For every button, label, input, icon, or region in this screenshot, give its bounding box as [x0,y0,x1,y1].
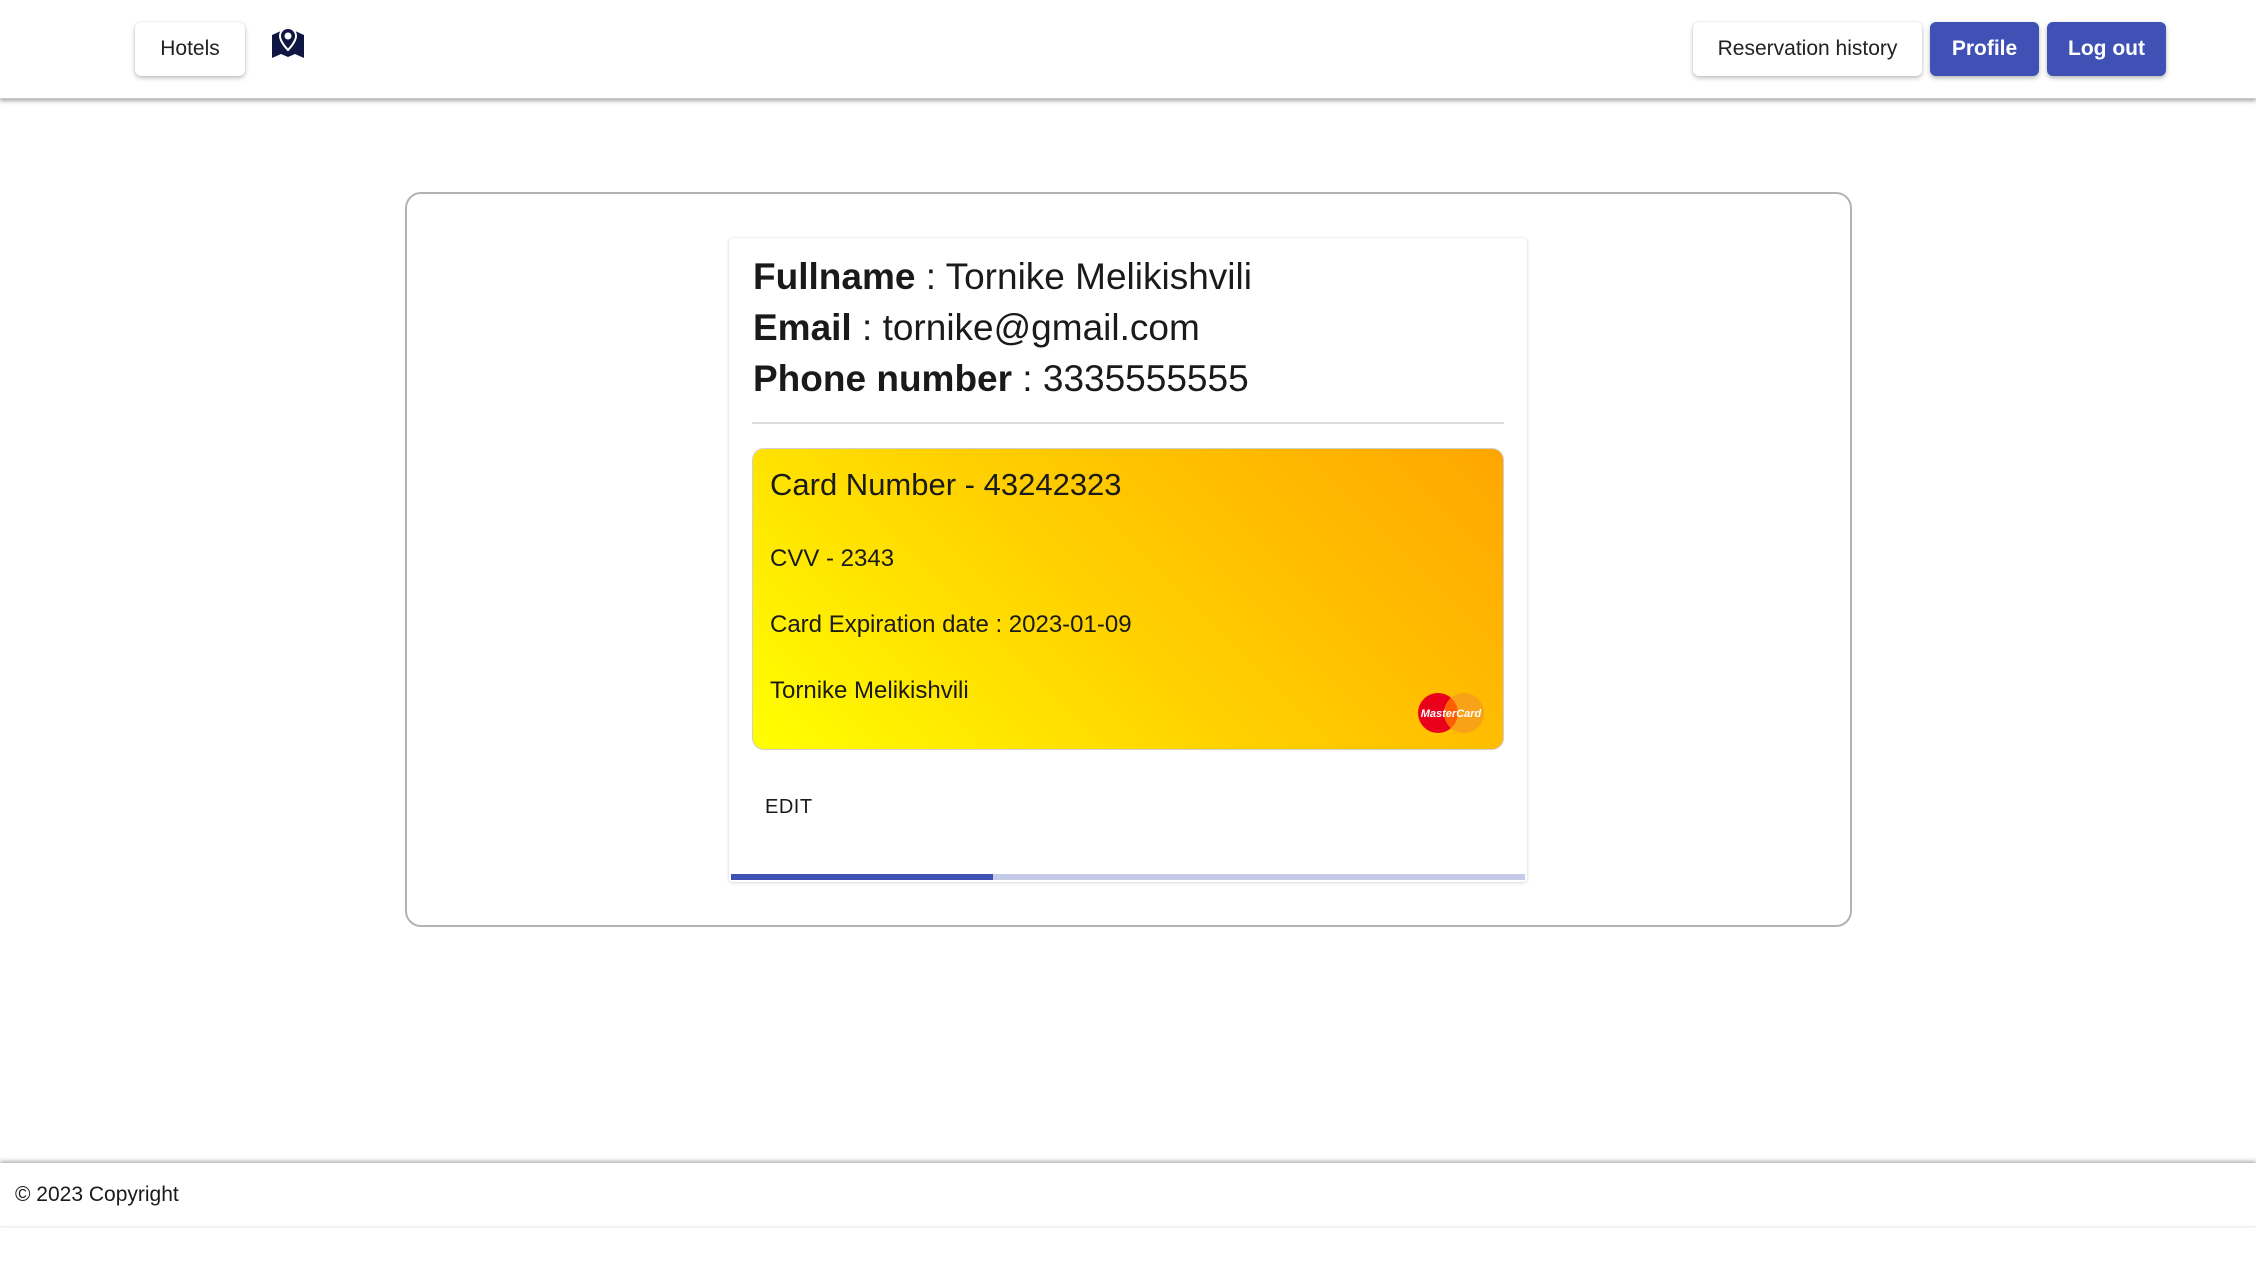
copyright-text: © 2023 Copyright [15,1183,179,1206]
credit-card: Card Number - 43242323 CVV - 2343 Card E… [752,448,1504,750]
card-holder-name: Tornike Melikishvili [770,677,969,704]
email-label: Email [753,307,852,348]
footer: © 2023 Copyright [0,1163,2256,1227]
phone-value: 3335555555 [1042,358,1249,399]
hotels-button[interactable]: Hotels [135,22,245,76]
fullname-value: Tornike Melikishvili [945,256,1252,297]
mastercard-logo-text: MasterCard [1421,708,1482,720]
fullname-line: Fullname : Tornike Melikishvili [753,256,1252,298]
email-value: tornike@gmail.com [882,307,1200,348]
card-number: Card Number - 43242323 [770,467,1122,502]
email-line: Email : tornike@gmail.com [753,307,1200,349]
phone-separator: : [1012,358,1043,399]
edit-button[interactable]: EDIT [753,786,825,828]
map-marker-icon[interactable] [270,26,306,62]
progress-bar-fill [731,874,994,880]
phone-line: Phone number : 3335555555 [753,358,1249,400]
progress-bar [731,874,1525,880]
fullname-label: Fullname [753,256,916,297]
top-navbar: Hotels Reservation history Profile Log o… [0,0,2256,99]
phone-label: Phone number [753,358,1013,399]
profile-card: Fullname : Tornike Melikishvili Email : … [729,238,1527,882]
fullname-separator: : [915,256,946,297]
card-cvv: CVV - 2343 [770,545,895,572]
email-separator: : [851,307,883,348]
reservation-history-button[interactable]: Reservation history [1693,22,1922,76]
divider [752,422,1504,424]
logout-button[interactable]: Log out [2047,22,2166,76]
mastercard-logo: MasterCard [1418,693,1484,733]
card-expiration: Card Expiration date : 2023-01-09 [770,611,1132,638]
profile-button[interactable]: Profile [1930,22,2039,76]
